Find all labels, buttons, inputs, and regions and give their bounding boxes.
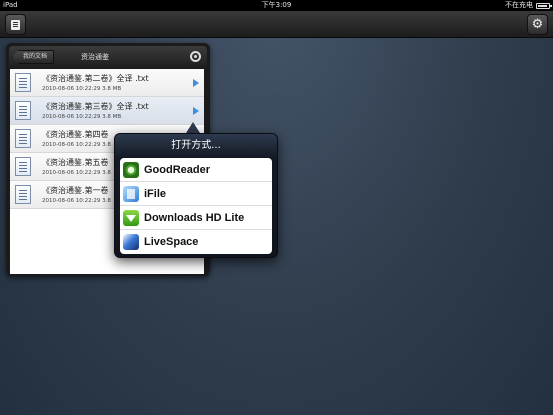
- detail-arrow-icon[interactable]: [193, 79, 199, 87]
- app-label: Downloads HD Lite: [144, 212, 245, 224]
- file-row[interactable]: 《资治通鉴.第三卷》全译 .txt 2010-08-06 10:22:29 3.…: [10, 97, 204, 125]
- file-name: 《资治通鉴.第二卷》全译 .txt: [42, 74, 149, 83]
- file-meta: 2010-08-06 10:22:29 3.8: [42, 142, 111, 148]
- file-name: 《资治通鉴.第一卷: [42, 186, 109, 195]
- goodreader-icon: [123, 162, 139, 178]
- app-option-livespace[interactable]: LiveSpace: [120, 230, 272, 254]
- file-name: 《资治通鉴.第五卷: [42, 158, 109, 167]
- back-button[interactable]: 我的文档: [12, 50, 55, 64]
- panel-header: 我的文档 资治通鉴: [9, 46, 207, 68]
- file-meta: 2010-08-06 10:22:29 3.8 MB: [42, 114, 122, 120]
- file-row[interactable]: 《资治通鉴.第二卷》全译 .txt 2010-08-06 10:22:29 3.…: [10, 69, 204, 97]
- app-label: iFile: [144, 188, 167, 200]
- text-file-icon: [15, 157, 31, 176]
- text-file-icon: [15, 73, 31, 92]
- list-icon: [11, 19, 20, 30]
- app-option-downloads-hd-lite[interactable]: Downloads HD Lite: [120, 206, 272, 230]
- app-label: LiveSpace: [144, 236, 199, 248]
- popover-title: 打开方式...: [171, 140, 221, 151]
- file-meta: 2010-08-06 10:22:29 3.8: [42, 198, 111, 204]
- status-bar: iPad 下午3:09 不在充电: [0, 0, 553, 11]
- documents-menu-button[interactable]: [5, 14, 26, 35]
- file-meta: 2010-08-06 10:22:29 3.8: [42, 170, 111, 176]
- detail-arrow-icon[interactable]: [193, 107, 199, 115]
- file-meta: 2010-08-06 10:22:29 3.8 MB: [42, 86, 122, 92]
- app-label: GoodReader: [144, 164, 211, 176]
- text-file-icon: [15, 185, 31, 204]
- livespace-icon: [123, 234, 139, 250]
- top-toolbar: ⚙: [0, 11, 553, 38]
- locate-icon[interactable]: [190, 51, 201, 62]
- gear-icon: ⚙: [531, 17, 544, 32]
- battery-icon: [536, 2, 552, 9]
- downloads-icon: [123, 210, 139, 226]
- ifile-icon: [123, 186, 139, 202]
- battery-label: 不在充电: [505, 1, 533, 9]
- app-option-goodreader[interactable]: GoodReader: [120, 158, 272, 182]
- battery-status: 不在充电: [505, 0, 552, 11]
- open-with-popover: 打开方式... GoodReader iFile Downloads HD Li…: [114, 133, 278, 258]
- panel-title: 资治通鉴: [81, 53, 109, 61]
- popover-arrow: [186, 122, 200, 133]
- file-name: 《资治通鉴.第三卷》全译 .txt: [42, 102, 149, 111]
- settings-button[interactable]: ⚙: [527, 14, 548, 35]
- app-option-ifile[interactable]: iFile: [120, 182, 272, 206]
- text-file-icon: [15, 129, 31, 148]
- file-name: 《资治通鉴.第四卷: [42, 130, 109, 139]
- clock: 下午3:09: [261, 1, 292, 9]
- app-list: GoodReader iFile Downloads HD Lite LiveS…: [120, 158, 272, 254]
- text-file-icon: [15, 101, 31, 120]
